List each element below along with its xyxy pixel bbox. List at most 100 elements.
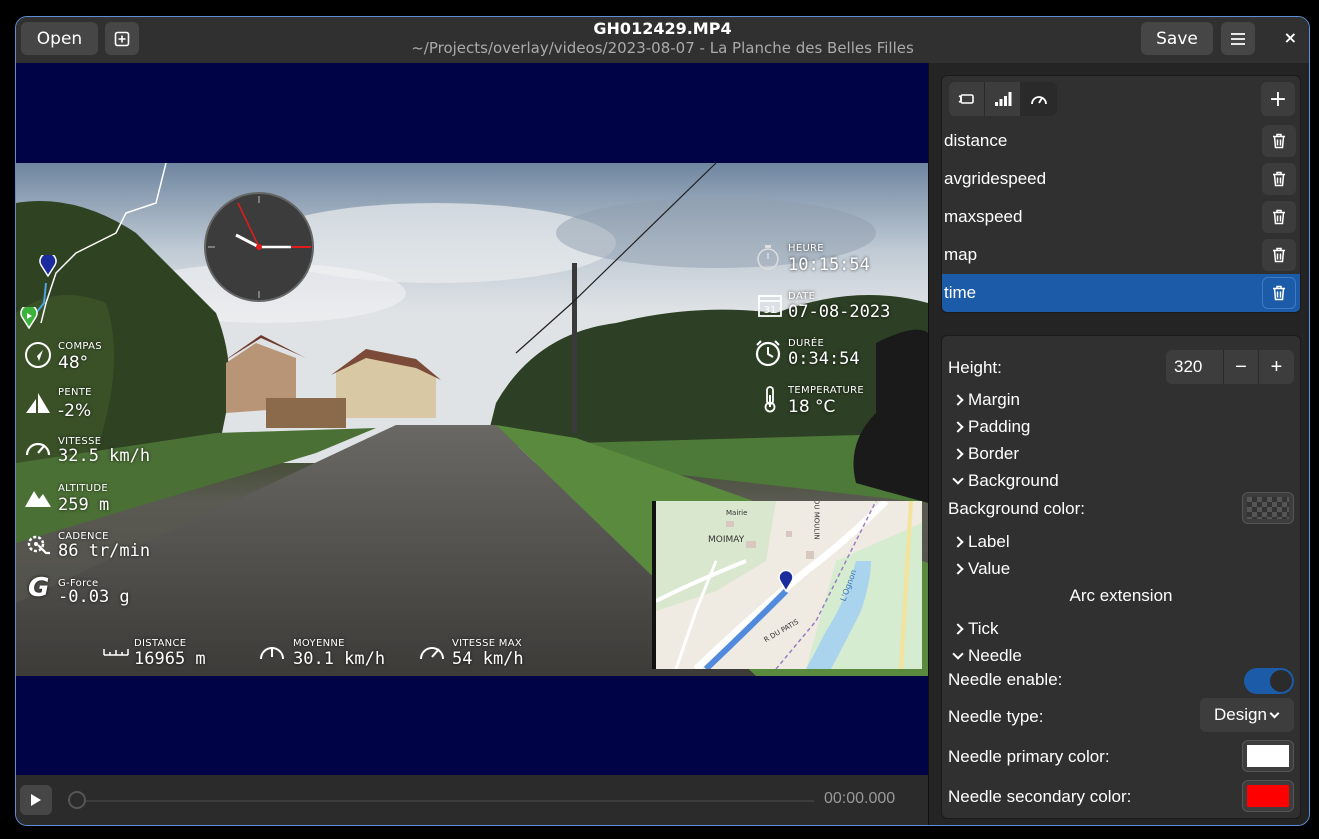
video-preview: COMPAS 48° PENTE -2% VITESSE 32.5 km/h A… bbox=[16, 63, 928, 775]
widget-list-item-selected[interactable]: time bbox=[942, 274, 1300, 312]
delete-widget-button[interactable] bbox=[1262, 163, 1296, 195]
close-button[interactable]: × bbox=[1284, 28, 1297, 47]
widget-name: maxspeed bbox=[944, 207, 1023, 226]
trash-icon bbox=[1273, 285, 1285, 301]
playback-time: 00:00.000 bbox=[824, 790, 896, 807]
chevron-down-icon bbox=[1269, 708, 1280, 718]
hour-label: HEURE bbox=[788, 243, 824, 254]
chevron-down-icon bbox=[952, 648, 964, 660]
widget-list-item[interactable]: map bbox=[942, 236, 1300, 274]
chart-widget-button[interactable] bbox=[985, 82, 1021, 116]
camera-widget-button[interactable] bbox=[949, 82, 985, 116]
average-value: 30.1 km/h bbox=[293, 649, 386, 669]
background-label: Background bbox=[968, 471, 1059, 490]
calendar-icon: 31 bbox=[758, 295, 782, 317]
widget-list-item[interactable]: avgridespeed bbox=[942, 160, 1300, 198]
height-decrease-button[interactable]: − bbox=[1224, 350, 1259, 384]
plus-icon: + bbox=[1268, 86, 1288, 112]
gforce-icon: G bbox=[28, 573, 50, 603]
delete-widget-button[interactable] bbox=[1262, 239, 1296, 271]
thermometer-icon bbox=[764, 386, 776, 413]
chevron-right-icon bbox=[952, 536, 964, 548]
title-bar: Open GH012429.MP4 ~/Projects/overlay/vid… bbox=[16, 17, 1309, 63]
signal-icon bbox=[994, 92, 1011, 106]
seek-handle[interactable] bbox=[68, 791, 86, 809]
seek-track[interactable] bbox=[76, 800, 814, 802]
compass-value: 48° bbox=[58, 353, 89, 373]
stopwatch-icon bbox=[757, 245, 779, 270]
widget-name: time bbox=[944, 283, 977, 302]
delete-widget-button[interactable] bbox=[1262, 277, 1296, 309]
map-street-label-2: RUE DU MOULIN bbox=[812, 501, 821, 540]
delete-widget-button[interactable] bbox=[1262, 125, 1296, 157]
maxspeed-label: VITESSE MAX bbox=[452, 638, 523, 649]
tick-expander[interactable]: Tick bbox=[952, 619, 999, 639]
margin-expander[interactable]: Margin bbox=[952, 390, 1020, 410]
widget-list-item[interactable]: distance bbox=[942, 122, 1300, 160]
background-expander[interactable]: Background bbox=[952, 471, 1059, 491]
trash-icon bbox=[1273, 209, 1285, 225]
needle-expander[interactable]: Needle bbox=[952, 646, 1022, 666]
padding-label: Padding bbox=[968, 417, 1031, 436]
needle-type-label: Needle type: bbox=[948, 707, 1044, 726]
gforce-value: -0.03 g bbox=[58, 587, 130, 607]
slope-value: -2% bbox=[58, 401, 92, 421]
arc-extension-heading: Arc extension bbox=[1069, 586, 1173, 605]
value-expander[interactable]: Value bbox=[952, 559, 1011, 579]
needle-type-value: Design bbox=[1214, 705, 1267, 724]
border-expander[interactable]: Border bbox=[952, 444, 1020, 464]
widget-type-toolbar bbox=[949, 82, 1057, 116]
height-stepper[interactable]: 320 − + bbox=[1166, 350, 1294, 384]
needle-primary-color-button[interactable] bbox=[1242, 740, 1294, 772]
distance-label: DISTANCE bbox=[134, 638, 187, 649]
speed-value: 32.5 km/h bbox=[58, 446, 151, 466]
gauge-icon bbox=[1030, 96, 1047, 105]
svg-text:31: 31 bbox=[764, 305, 777, 316]
gauge-widget-button[interactable] bbox=[1021, 82, 1057, 116]
play-button[interactable] bbox=[20, 785, 52, 815]
background-color-label: Background color: bbox=[948, 499, 1086, 518]
background-color-button[interactable] bbox=[1242, 492, 1294, 524]
label-expander[interactable]: Label bbox=[952, 532, 1010, 552]
menu-icon bbox=[1231, 32, 1245, 45]
save-button[interactable]: Save bbox=[1141, 22, 1213, 55]
window-title: GH012429.MP4 bbox=[593, 19, 732, 38]
camera-icon bbox=[958, 94, 974, 104]
value-section-label: Value bbox=[968, 559, 1011, 578]
clock-icon bbox=[755, 340, 781, 367]
delete-widget-button[interactable] bbox=[1262, 201, 1296, 233]
trash-icon bbox=[1273, 171, 1285, 187]
transparent-swatch bbox=[1247, 497, 1289, 519]
distance-value: 16965 m bbox=[134, 649, 206, 669]
needle-primary-swatch bbox=[1247, 745, 1289, 767]
average-speed-icon bbox=[260, 647, 284, 660]
maxspeed-value: 54 km/h bbox=[452, 649, 524, 669]
label-section-label: Label bbox=[968, 532, 1010, 551]
date-value: 07-08-2023 bbox=[788, 302, 891, 322]
needle-type-dropdown[interactable]: Design bbox=[1200, 698, 1294, 732]
trash-icon bbox=[1273, 133, 1285, 149]
altitude-label: ALTITUDE bbox=[58, 483, 108, 494]
widget-list-item[interactable]: maxspeed bbox=[942, 198, 1300, 236]
padding-expander[interactable]: Padding bbox=[952, 417, 1031, 437]
compass-icon bbox=[25, 342, 51, 368]
border-label: Border bbox=[968, 444, 1020, 463]
max-speed-icon bbox=[420, 647, 444, 660]
needle-enable-switch[interactable] bbox=[1244, 668, 1294, 694]
margin-label: Margin bbox=[968, 390, 1020, 409]
slope-icon bbox=[26, 393, 50, 413]
playback-bar: 00:00.000 bbox=[16, 775, 928, 825]
map-widget: MOIMAY Mairie L'Ognon R DU PATIS RUE DU … bbox=[652, 501, 922, 669]
needle-enable-label: Needle enable: bbox=[948, 670, 1063, 689]
menu-button[interactable] bbox=[1221, 22, 1255, 55]
video-frame: COMPAS 48° PENTE -2% VITESSE 32.5 km/h A… bbox=[16, 163, 928, 676]
height-value[interactable]: 320 bbox=[1166, 350, 1224, 384]
properties-panel: Height: 320 − + Margin Padding Border Ba… bbox=[941, 335, 1301, 819]
tick-label: Tick bbox=[968, 619, 999, 638]
height-increase-button[interactable]: + bbox=[1259, 350, 1294, 384]
needle-secondary-color-button[interactable] bbox=[1242, 780, 1294, 812]
add-widget-button[interactable]: + bbox=[1261, 82, 1295, 116]
speedometer-icon bbox=[25, 442, 51, 456]
altitude-value: 259 m bbox=[58, 495, 110, 515]
needle-secondary-color-label: Needle secondary color: bbox=[948, 787, 1132, 806]
